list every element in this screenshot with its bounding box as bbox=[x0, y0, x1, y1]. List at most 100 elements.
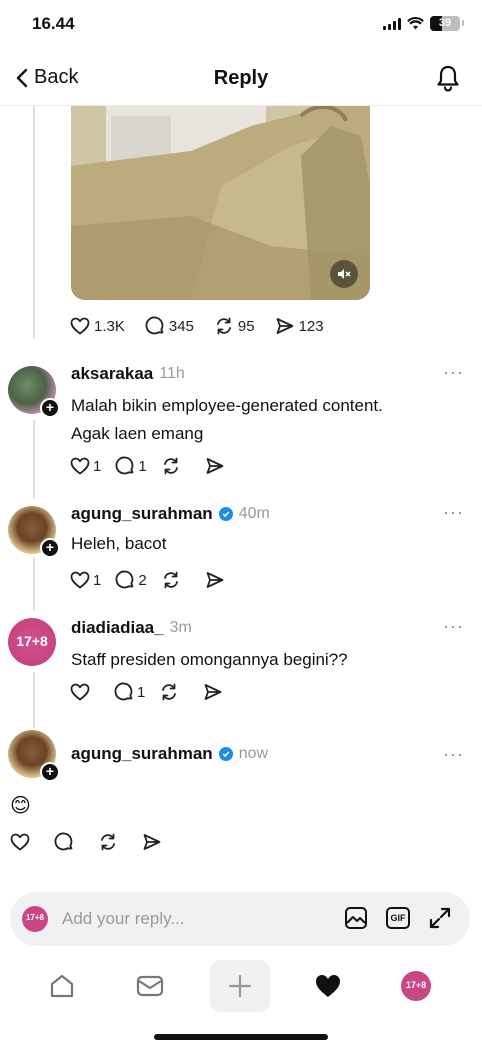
comment-actions bbox=[10, 832, 172, 852]
image-icon[interactable] bbox=[344, 906, 368, 930]
status-bar: 16.44 39 bbox=[0, 0, 482, 52]
share-button[interactable] bbox=[203, 682, 233, 702]
comment-icon bbox=[114, 682, 133, 701]
more-options-icon[interactable]: ··· bbox=[443, 362, 464, 383]
share-button[interactable] bbox=[205, 456, 235, 476]
mail-icon bbox=[136, 975, 164, 997]
comment-text: Staff presiden omongannya begini?? bbox=[71, 650, 348, 669]
repost-button[interactable] bbox=[159, 682, 189, 702]
status-time: 16.44 bbox=[32, 14, 75, 33]
reply-tools: GIF bbox=[344, 906, 452, 930]
repost-icon bbox=[101, 833, 115, 851]
speaker-muted-icon bbox=[338, 269, 351, 279]
avatar: 17+8 bbox=[22, 906, 48, 932]
like-button[interactable]: 1 bbox=[70, 571, 101, 589]
like-button[interactable]: 1 bbox=[70, 457, 101, 475]
more-options-icon[interactable]: ··· bbox=[443, 502, 464, 523]
comment-icon bbox=[54, 832, 73, 851]
share-button[interactable] bbox=[205, 570, 235, 590]
chevron-left-icon bbox=[16, 68, 28, 87]
reply-button[interactable]: 1 bbox=[115, 456, 147, 476]
send-icon bbox=[204, 684, 222, 700]
tab-activity[interactable] bbox=[298, 960, 358, 1012]
reply-count: 2 bbox=[138, 571, 147, 589]
cellular-signal-icon bbox=[383, 17, 401, 30]
like-button[interactable] bbox=[10, 833, 40, 851]
post-share-button[interactable]: 123 bbox=[275, 316, 324, 336]
more-options-icon[interactable]: ··· bbox=[443, 616, 464, 637]
thread-line bbox=[33, 106, 35, 338]
reply-input[interactable] bbox=[62, 904, 312, 934]
back-button[interactable]: Back bbox=[16, 66, 78, 89]
comment-header: agung_surahman 40m bbox=[71, 504, 270, 524]
comment-header: agung_surahman now bbox=[71, 744, 268, 764]
follow-plus-icon[interactable]: + bbox=[40, 762, 60, 782]
comment-emoji: 😊 bbox=[10, 795, 31, 817]
verified-badge-icon bbox=[218, 507, 233, 521]
comment-count: 345 bbox=[168, 317, 194, 335]
avatar-text: 17+8 bbox=[25, 913, 45, 922]
share-button[interactable] bbox=[142, 832, 172, 852]
notifications-button[interactable] bbox=[436, 64, 460, 97]
heart-icon bbox=[10, 833, 30, 851]
home-icon bbox=[50, 974, 74, 998]
share-count: 123 bbox=[298, 317, 324, 335]
comment-text: Heleh, bacot bbox=[71, 534, 167, 553]
tab-home[interactable] bbox=[32, 960, 92, 1012]
tab-bar: 17+8 bbox=[0, 956, 482, 1016]
tab-profile[interactable]: 17+8 bbox=[386, 960, 446, 1012]
comment-actions: 1 2 bbox=[70, 570, 235, 590]
tab-messages[interactable] bbox=[120, 960, 180, 1012]
more-options-icon[interactable]: ··· bbox=[443, 744, 464, 765]
post-comment-button[interactable]: 345 bbox=[145, 316, 194, 336]
mute-button[interactable] bbox=[330, 260, 358, 288]
reply-count: 1 bbox=[138, 457, 147, 475]
repost-icon bbox=[163, 457, 178, 475]
username[interactable]: agung_surahman bbox=[71, 504, 213, 524]
video-frame bbox=[71, 106, 370, 300]
comment-icon bbox=[115, 456, 134, 475]
like-count: 1 bbox=[93, 457, 102, 475]
avatar[interactable]: 17+8 bbox=[8, 618, 56, 666]
verified-badge-icon bbox=[218, 747, 233, 761]
heart-icon bbox=[70, 571, 90, 589]
reply-button[interactable] bbox=[54, 832, 84, 852]
repost-button[interactable] bbox=[98, 832, 128, 852]
post-repost-button[interactable]: 95 bbox=[214, 316, 255, 336]
gif-button[interactable]: GIF bbox=[386, 907, 410, 929]
timestamp: 3m bbox=[169, 619, 192, 636]
home-indicator bbox=[154, 1034, 328, 1040]
post-video[interactable] bbox=[71, 106, 370, 300]
heart-icon bbox=[70, 683, 90, 701]
like-button[interactable] bbox=[70, 683, 100, 701]
like-count: 1.3K bbox=[94, 317, 125, 335]
comment-icon bbox=[115, 570, 134, 589]
comment-header: diadiadiaa_ 3m bbox=[71, 618, 192, 638]
follow-plus-icon[interactable]: + bbox=[40, 538, 60, 558]
post-stats: 1.3K 345 95 123 bbox=[70, 316, 324, 336]
profile-avatar: 17+8 bbox=[401, 971, 431, 1001]
status-icons: 39 bbox=[383, 16, 464, 31]
repost-icon bbox=[162, 683, 177, 701]
plus-icon bbox=[228, 974, 252, 998]
repost-button[interactable] bbox=[161, 570, 191, 590]
timestamp: 40m bbox=[238, 505, 270, 522]
comment-actions: 1 1 bbox=[70, 456, 235, 476]
wifi-icon bbox=[407, 17, 424, 30]
send-icon bbox=[206, 572, 224, 588]
username[interactable]: agung_surahman bbox=[71, 744, 213, 764]
follow-plus-icon[interactable]: + bbox=[40, 398, 60, 418]
post-like-button[interactable]: 1.3K bbox=[70, 317, 125, 335]
tab-new-post[interactable] bbox=[210, 960, 270, 1012]
username[interactable]: aksarakaa bbox=[71, 364, 153, 384]
timestamp: now bbox=[238, 745, 269, 762]
username[interactable]: diadiadiaa_ bbox=[71, 618, 164, 638]
reply-button[interactable]: 2 bbox=[115, 570, 147, 590]
reply-button[interactable]: 1 bbox=[114, 682, 145, 702]
battery-icon: 39 bbox=[430, 16, 464, 31]
timestamp: 11h bbox=[159, 365, 185, 382]
repost-button[interactable] bbox=[161, 456, 191, 476]
expand-icon[interactable] bbox=[428, 906, 452, 930]
avatar-text: 17+8 bbox=[16, 633, 48, 649]
comment-text: Malah bikin employee-generated content. … bbox=[71, 392, 461, 448]
